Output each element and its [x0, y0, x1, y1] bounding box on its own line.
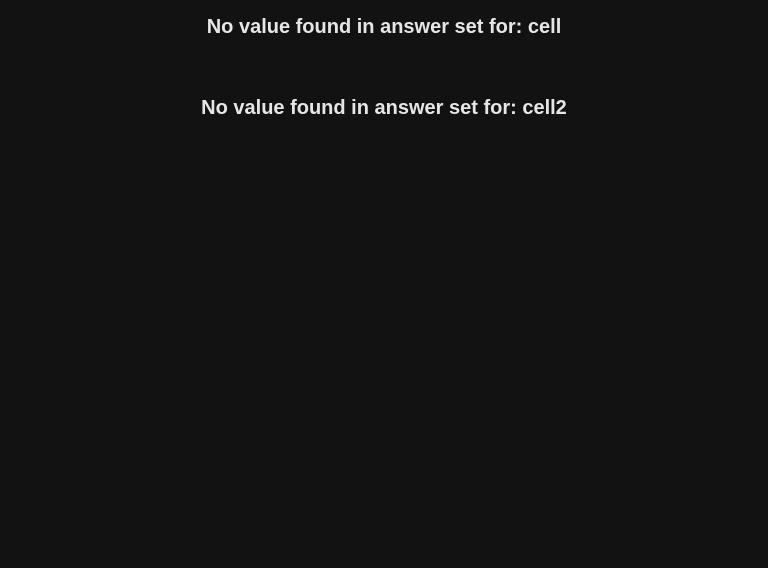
missing-value-message-cell2: No value found in answer set for: cell2: [201, 97, 567, 119]
missing-value-message-cell: No value found in answer set for: cell: [206, 16, 562, 38]
page: No value found in answer set for: cell N…: [0, 0, 768, 568]
